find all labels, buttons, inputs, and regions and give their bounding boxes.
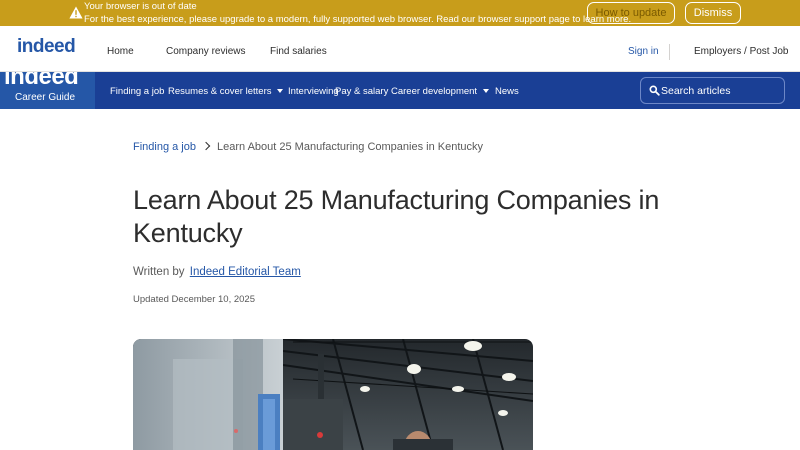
breadcrumb: Finding a job Learn About 25 Manufacturin… [133, 141, 483, 153]
warning-title: Your browser is out of date [84, 1, 197, 12]
written-by-label: Written by [133, 266, 185, 278]
updated-date: Updated December 10, 2025 [133, 294, 255, 305]
cg-nav-finding-a-job[interactable]: Finding a job [110, 86, 164, 97]
chevron-right-icon [201, 141, 211, 151]
search-input[interactable] [661, 83, 779, 99]
cg-nav-resumes-cover-letters[interactable]: Resumes & cover letters [168, 86, 284, 97]
cg-nav-news[interactable]: News [495, 86, 519, 97]
how-to-update-button[interactable]: How to update [587, 2, 675, 24]
indeed-logo[interactable]: indeed [17, 36, 76, 58]
sign-in-link[interactable]: Sign in [628, 46, 659, 57]
cg-nav-pay-salary[interactable]: Pay & salary [335, 86, 388, 97]
search-box[interactable] [640, 77, 785, 104]
top-navigation: indeed Home Company reviews Find salarie… [0, 26, 800, 72]
employers-post-job-link[interactable]: Employers / Post Job [694, 46, 788, 57]
search-icon [649, 85, 660, 96]
logo-text: indeed [17, 36, 76, 57]
byline: Written by Indeed Editorial Team [133, 266, 301, 278]
cg-nav-career-development-label: Career development [391, 86, 478, 97]
nav-divider [669, 44, 670, 60]
chevron-down-icon [277, 89, 284, 93]
cg-nav-interviewing[interactable]: Interviewing [288, 86, 339, 97]
nav-company-reviews-link[interactable]: Company reviews [166, 46, 245, 57]
warning-triangle-icon [69, 6, 83, 19]
author-link[interactable]: Indeed Editorial Team [190, 266, 301, 278]
breadcrumb-current: Learn About 25 Manufacturing Companies i… [217, 141, 483, 153]
career-guide-nav: indeed Career Guide Finding a job Resume… [0, 72, 800, 109]
career-guide-logo: indeed [4, 72, 79, 90]
hero-image [133, 339, 533, 450]
browser-warning-bar: Your browser is out of date For the best… [0, 0, 800, 26]
breadcrumb-finding-a-job[interactable]: Finding a job [133, 141, 196, 153]
dismiss-button[interactable]: Dismiss [685, 2, 741, 24]
nav-find-salaries-link[interactable]: Find salaries [270, 46, 327, 57]
career-guide-label: Career Guide [15, 92, 76, 103]
chevron-down-icon [483, 89, 490, 93]
career-guide-brand[interactable]: indeed Career Guide [0, 72, 95, 109]
cg-nav-career-development[interactable]: Career development [391, 86, 490, 97]
article-title: Learn About 25 Manufacturing Companies i… [133, 185, 660, 248]
factory-photo [133, 339, 533, 450]
warning-text: For the best experience, please upgrade … [84, 14, 632, 25]
nav-home-link[interactable]: Home [107, 46, 134, 57]
cg-nav-resumes-label: Resumes & cover letters [168, 86, 272, 97]
